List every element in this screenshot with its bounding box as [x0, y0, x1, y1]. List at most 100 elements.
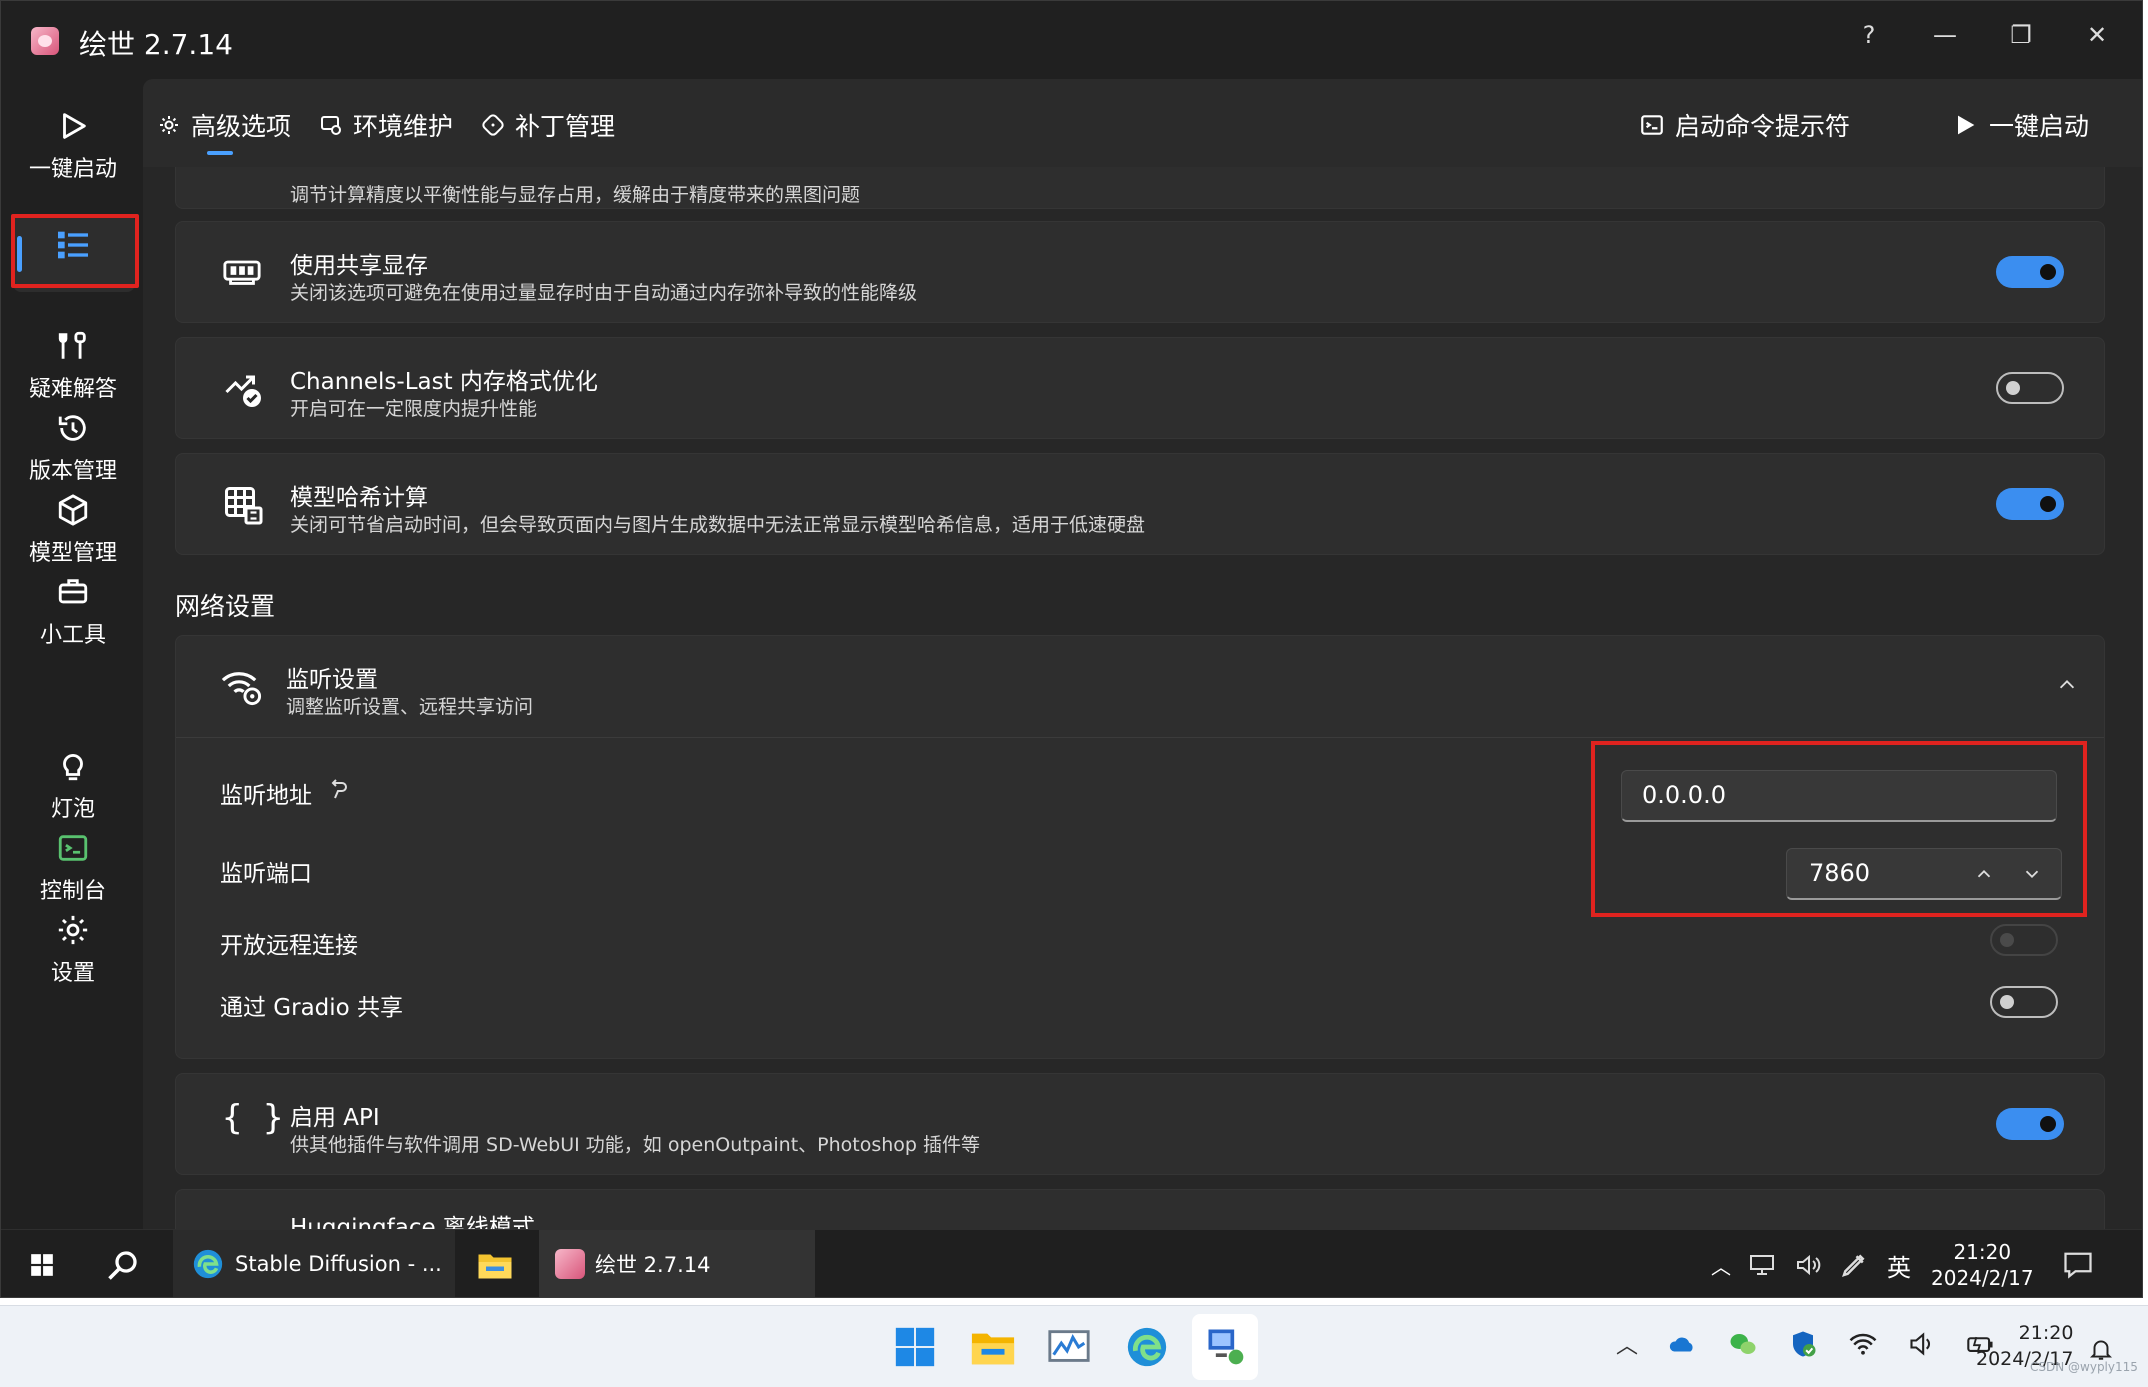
- start-button[interactable]: [29, 1230, 55, 1297]
- shared-vram-toggle[interactable]: [1996, 256, 2064, 288]
- watermark: CSDN @wyply115: [2030, 1360, 2138, 1374]
- app-logo-icon: [31, 27, 59, 55]
- play-icon: [63, 113, 86, 139]
- shared-vram-card: 使用共享显存 关闭该选项可避免在使用过量显存时由于自动通过内存弥补导致的性能降级: [175, 221, 2105, 323]
- environment-icon: [321, 116, 341, 135]
- taskbar-edge-label: Stable Diffusion - ...: [235, 1251, 442, 1276]
- taskbar-app-label: 绘世 2.7.14: [595, 1252, 711, 1277]
- listen-settings-desc: 调整监听设置、远程共享访问: [286, 696, 534, 718]
- tab-patch-label: 补丁管理: [515, 112, 616, 141]
- edge-icon[interactable]: [1124, 1324, 1170, 1370]
- launch-button[interactable]: 一键启动: [1951, 105, 2089, 145]
- wrench-icon: [58, 331, 86, 359]
- window-title: 绘世 2.7.14: [79, 28, 233, 61]
- listen-address-label: 监听地址: [220, 783, 312, 809]
- cube-icon: [58, 494, 88, 526]
- pen-icon[interactable]: [1839, 1250, 1869, 1280]
- tab-advanced-label: 高级选项: [191, 112, 292, 141]
- restore-button[interactable]: ❐: [1993, 13, 2049, 57]
- taskbar-edge-item[interactable]: Stable Diffusion - ...: [173, 1230, 455, 1297]
- volume-icon[interactable]: [1908, 1331, 1936, 1357]
- tab-environment-label: 环境维护: [353, 112, 454, 141]
- launch-button-label: 一键启动: [1989, 112, 2090, 141]
- reset-icon[interactable]: [326, 778, 350, 806]
- gradio-share-toggle[interactable]: [1990, 986, 2058, 1018]
- screen: 绘世 2.7.14 ? — ❐ ✕ 一键启动 疑难解答 版本管理 模型管理 小工…: [0, 0, 2148, 1387]
- play-icon: [1958, 115, 1975, 135]
- os-taskbar: ︿ 21:20 2024/2/17: [0, 1305, 2148, 1387]
- folder-icon[interactable]: [970, 1324, 1016, 1370]
- windows-icon[interactable]: [892, 1324, 938, 1370]
- tab-cmd[interactable]: 启动命令提示符: [1639, 105, 1850, 145]
- inner-clock-date: 2024/2/17: [1931, 1266, 2034, 1290]
- chevron-up-icon[interactable]: ︿: [1711, 1251, 1731, 1280]
- tray-area: ︿ 英: [1711, 1230, 1911, 1297]
- api-toggle[interactable]: [1996, 1108, 2064, 1140]
- hf-offline-title: Huggingface 离线模式: [290, 1215, 535, 1229]
- chevron-up-icon[interactable]: [2056, 674, 2078, 700]
- sidebar-item-launch[interactable]: 一键启动: [9, 91, 137, 191]
- wifi-gear-icon: [220, 666, 264, 710]
- resource-monitor-icon[interactable]: [1046, 1324, 1092, 1370]
- optimize-chart-icon: [222, 368, 264, 414]
- close-button[interactable]: ✕: [2069, 13, 2125, 57]
- gear-icon: [160, 116, 178, 134]
- onedrive-icon[interactable]: [1668, 1330, 1698, 1358]
- minimize-button[interactable]: —: [1917, 13, 1973, 57]
- console-icon: [58, 835, 88, 861]
- wifi-icon[interactable]: [1848, 1331, 1878, 1357]
- security-shield-icon[interactable]: [1788, 1329, 1818, 1359]
- tab-cmd-label: 启动命令提示符: [1675, 112, 1851, 141]
- channels-last-desc: 开启可在一定限度内提升性能: [290, 398, 538, 420]
- sidebar-item-label: 一键启动: [28, 157, 117, 182]
- channels-last-toggle[interactable]: [1996, 372, 2064, 404]
- tab-advanced[interactable]: 高级选项: [157, 105, 291, 145]
- search-icon: [108, 1251, 137, 1280]
- listen-settings-header[interactable]: 监听设置 调整监听设置、远程共享访问: [176, 636, 2104, 738]
- braces-icon: { }: [222, 1098, 284, 1138]
- remote-connection-toggle[interactable]: [1990, 924, 2058, 956]
- api-desc: 供其他插件与软件调用 SD-WebUI 功能，如 openOutpaint、Ph…: [290, 1134, 981, 1156]
- bell-icon[interactable]: [2088, 1336, 2114, 1362]
- chevron-up-icon[interactable]: ︿: [1616, 1328, 1638, 1360]
- notification-icon: [2064, 1252, 2092, 1279]
- notification-button[interactable]: [2063, 1230, 2093, 1297]
- precision-desc: 调节计算精度以平衡性能与显存占用，缓解由于精度带来的黑图问题: [290, 184, 861, 206]
- inner-clock[interactable]: 21:20 2024/2/17: [1931, 1230, 2034, 1297]
- tab-patch[interactable]: 补丁管理: [481, 105, 615, 145]
- help-button[interactable]: ?: [1841, 13, 1897, 57]
- wechat-icon[interactable]: [1728, 1330, 1758, 1358]
- folder-icon: [478, 1254, 512, 1279]
- os-clock-time: 21:20: [2018, 1322, 2074, 1344]
- tab-indicator: [207, 151, 233, 155]
- tab-environment[interactable]: 环境维护: [319, 105, 453, 145]
- memory-icon: [222, 254, 262, 294]
- model-hash-toggle[interactable]: [1996, 488, 2064, 520]
- network-icon[interactable]: [1749, 1253, 1777, 1277]
- os-tray: ︿: [1616, 1328, 1996, 1360]
- terminal-icon: [1641, 115, 1663, 135]
- sidebar: 一键启动 疑难解答 版本管理 模型管理 小工具 灯泡 控制台 设置: [1, 79, 143, 1229]
- taskbar-app-item[interactable]: 绘世 2.7.14: [539, 1230, 815, 1297]
- taskbar-explorer-item[interactable]: [469, 1230, 521, 1297]
- remote-desktop-item[interactable]: [1192, 1314, 1258, 1380]
- ime-indicator[interactable]: 英: [1887, 1248, 1911, 1283]
- api-title: 启用 API: [290, 1105, 380, 1131]
- api-card: { } 启用 API 供其他插件与软件调用 SD-WebUI 功能，如 open…: [175, 1073, 2105, 1175]
- lightbulb-icon: [63, 754, 83, 781]
- remote-connection-label: 开放远程连接: [220, 933, 358, 959]
- inner-clock-time: 21:20: [1953, 1240, 2012, 1264]
- edge-icon: [193, 1249, 223, 1278]
- sidebar-item-label: 小工具: [39, 623, 106, 648]
- app-logo-icon: [555, 1248, 585, 1279]
- volume-icon[interactable]: [1795, 1253, 1821, 1277]
- history-icon: [58, 415, 86, 441]
- gear-icon: [58, 915, 88, 945]
- content-panel: 调节计算精度以平衡性能与显存占用，缓解由于精度带来的黑图问题 高级选项 环境维护…: [143, 79, 2142, 1229]
- search-button[interactable]: [105, 1230, 141, 1297]
- sidebar-item-tools[interactable]: 小工具: [9, 557, 137, 657]
- shared-vram-title: 使用共享显存: [290, 253, 428, 279]
- table-hash-icon: [222, 484, 264, 530]
- sidebar-item-settings[interactable]: 设置: [9, 895, 137, 995]
- model-hash-title: 模型哈希计算: [290, 485, 428, 511]
